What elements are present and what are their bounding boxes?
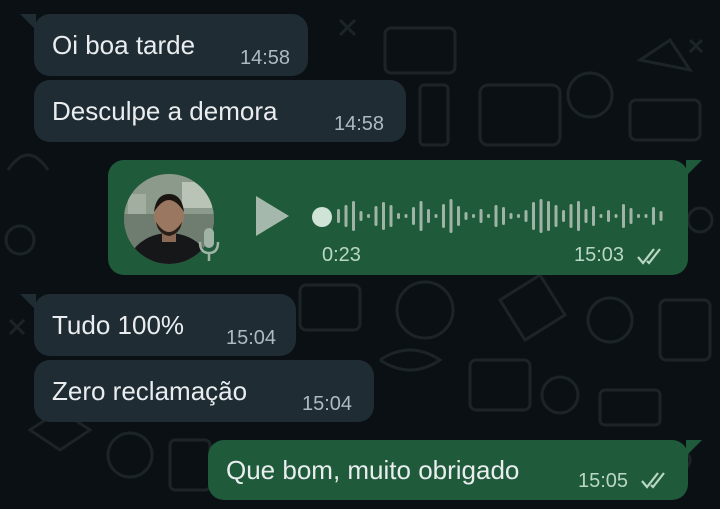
bubble-tail: [20, 14, 36, 30]
double-check-icon: [637, 248, 661, 265]
message-time: 15:03: [574, 244, 625, 266]
waveform-bar: [547, 201, 550, 231]
waveform-bar: [382, 202, 385, 230]
waveform-bar: [419, 201, 423, 231]
message-bubble-incoming[interactable]: Desculpe a demora 14:58: [34, 80, 406, 142]
chat-thread: Oi boa tarde 14:58 Desculpe a demora 14:…: [0, 0, 720, 509]
waveform-bar: [427, 209, 430, 223]
message-bubble-incoming[interactable]: Oi boa tarde 14:58: [20, 14, 308, 76]
waveform-bar: [637, 214, 640, 218]
waveform-bar: [539, 199, 543, 233]
waveform-bar: [464, 212, 468, 220]
waveform-bar: [554, 205, 558, 227]
waveform-bar: [397, 213, 400, 219]
waveform-bar: [352, 201, 355, 231]
waveform-bar: [652, 207, 655, 225]
waveform-bar: [577, 201, 580, 231]
waveform-bar: [487, 214, 490, 218]
waveform-bar: [389, 205, 393, 227]
waveform-bar: [509, 213, 513, 219]
message-text: Tudo 100%: [52, 310, 185, 340]
waveform-bar: [562, 210, 565, 222]
bubble-tail: [20, 294, 36, 310]
waveform-bar: [569, 204, 573, 228]
waveform-bar: [457, 206, 460, 226]
waveform-bar: [659, 211, 663, 221]
waveform-bar: [359, 211, 363, 221]
microphone-icon: [198, 228, 220, 261]
waveform-bar: [442, 204, 445, 228]
waveform-bar: [532, 202, 535, 230]
playback-slider-handle[interactable]: [312, 207, 332, 227]
waveform-bar: [622, 204, 625, 228]
message-bubble-incoming[interactable]: Zero reclamação 15:04: [34, 360, 374, 422]
waveform-bar: [614, 214, 618, 218]
waveform-bar: [517, 214, 520, 218]
waveform-bar: [494, 205, 498, 227]
message-bubble-incoming[interactable]: Tudo 100% 15:04: [20, 294, 296, 356]
play-icon[interactable]: [252, 193, 292, 239]
waveform-bar: [524, 210, 528, 222]
message-time: 14:58: [240, 47, 291, 69]
message-bubble-outgoing[interactable]: Que bom, muito obrigado 15:05: [208, 440, 702, 500]
message-text: Que bom, muito obrigado: [226, 455, 520, 485]
waveform-bar: [337, 209, 340, 223]
waveform-bar: [592, 206, 595, 226]
waveform-bar: [374, 206, 378, 226]
waveform-bar: [584, 209, 588, 223]
waveform-bar: [607, 210, 610, 222]
waveform-bar: [367, 214, 370, 218]
bubble-tail: [686, 160, 702, 176]
double-check-icon: [641, 472, 665, 489]
waveform-bar: [404, 214, 408, 218]
waveform-bar: [479, 209, 483, 223]
message-time: 14:58: [334, 113, 385, 135]
waveform-bar: [502, 207, 505, 225]
message-time: 15:05: [578, 470, 629, 492]
voice-duration: 0:23: [322, 244, 361, 266]
waveform-bar: [644, 214, 648, 218]
message-text: Zero reclamação: [52, 376, 248, 406]
voice-message-bubble[interactable]: 0:23 15:03: [108, 160, 702, 275]
waveform-bar: [449, 199, 453, 233]
waveform-bar: [344, 205, 348, 227]
waveform-bar: [599, 214, 603, 218]
bubble-tail: [686, 440, 702, 456]
waveform-bar: [629, 208, 633, 224]
waveform-bar: [434, 214, 438, 218]
message-text: Desculpe a demora: [52, 96, 278, 126]
waveform-bar: [472, 214, 475, 218]
message-time: 15:04: [302, 393, 353, 415]
waveform-bar: [412, 207, 415, 225]
message-time: 15:04: [226, 327, 277, 349]
message-text: Oi boa tarde: [52, 30, 196, 60]
audio-waveform[interactable]: [336, 190, 666, 242]
